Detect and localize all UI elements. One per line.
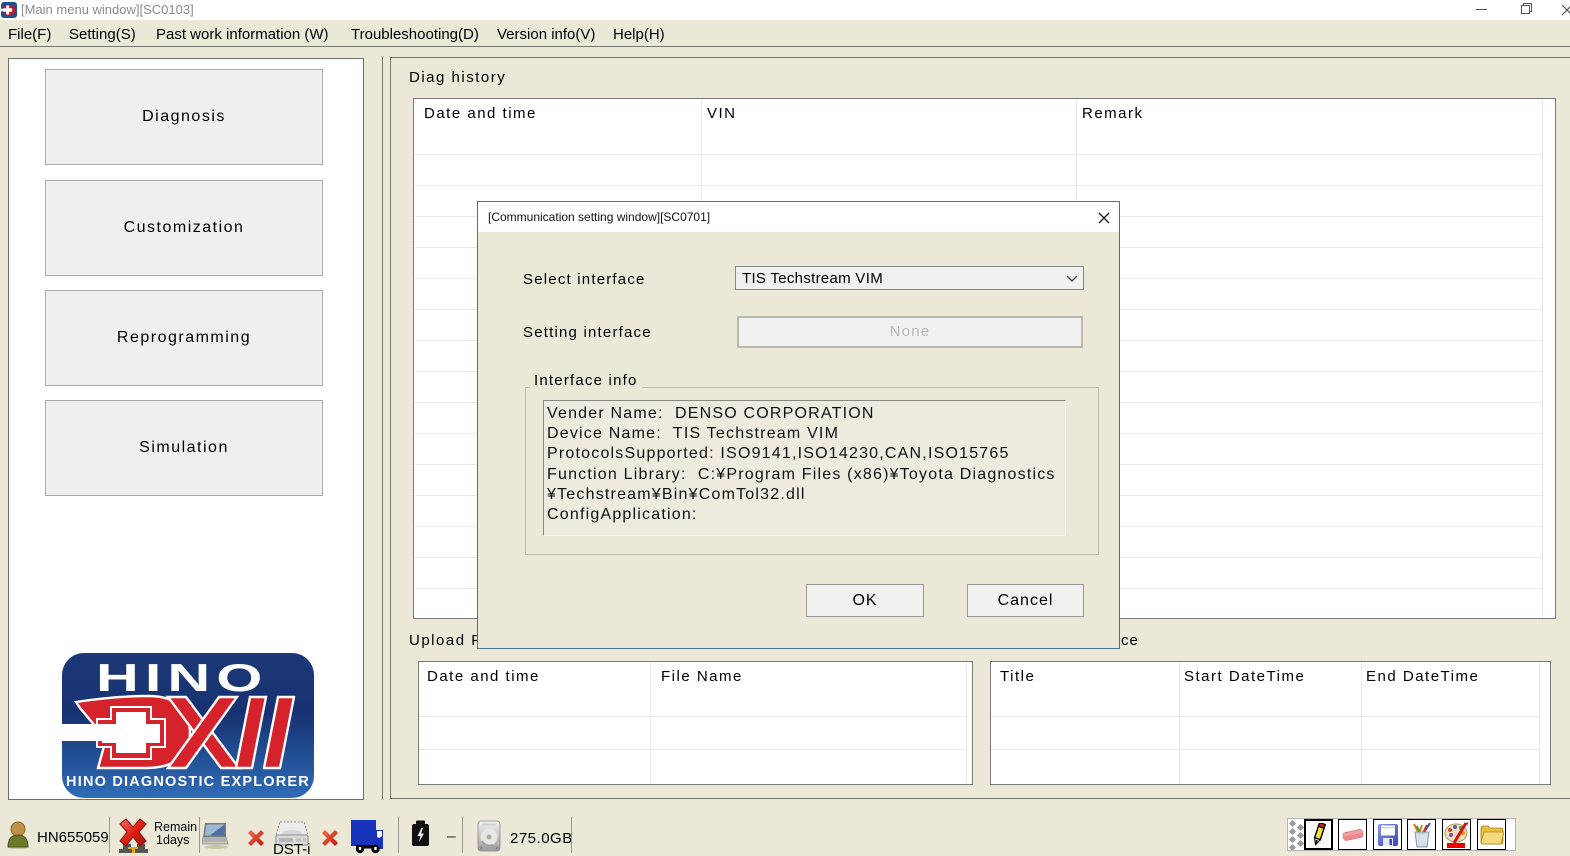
- svg-text:HINO DIAGNOSTIC EXPLORER: HINO DIAGNOSTIC EXPLORER: [66, 774, 310, 790]
- svg-text:HINO: HINO: [96, 656, 268, 700]
